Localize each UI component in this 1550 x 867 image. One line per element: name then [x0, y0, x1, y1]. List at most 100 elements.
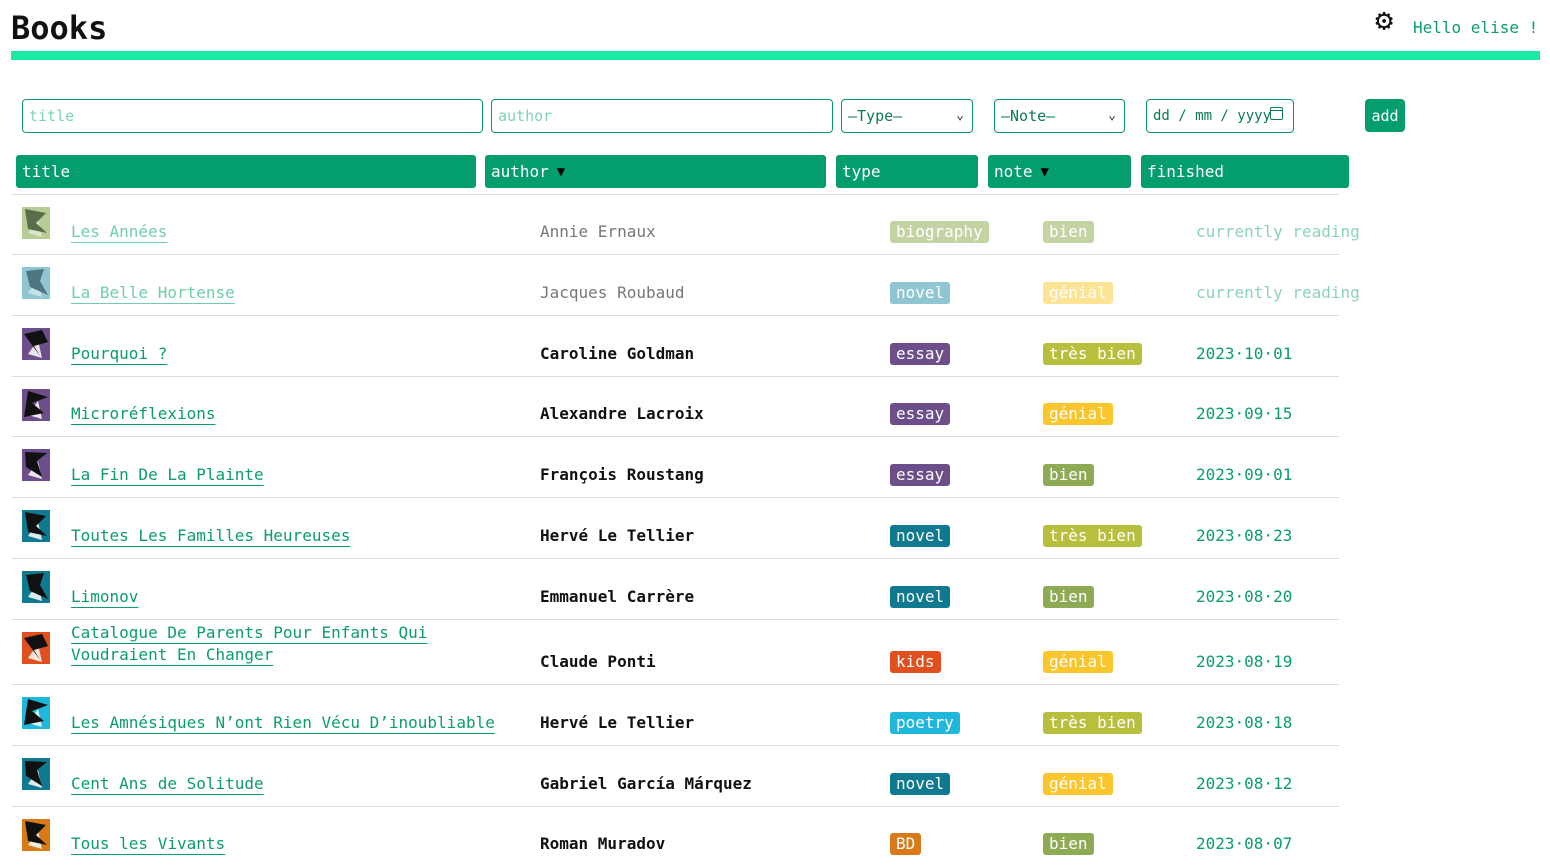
book-title-link[interactable]: Les Années: [71, 221, 167, 243]
finished-date: 2023·08·19: [1196, 652, 1293, 671]
type-badge: biography: [890, 221, 989, 243]
table-row: La Belle Hortense Jacques Roubaud novel gén…: [12, 254, 1360, 316]
book-author: Emmanuel Carrère: [540, 587, 695, 606]
user-greeting: Hello elise !: [1413, 18, 1539, 37]
column-header-note[interactable]: note ▼: [988, 155, 1131, 188]
column-header-finished[interactable]: finished: [1141, 155, 1349, 188]
book-title-link[interactable]: Catalogue De Parents Pour Enfants Qui: [71, 622, 427, 644]
finished-date: currently reading: [1196, 222, 1360, 241]
book-cover-thumbnail: [22, 758, 50, 790]
table-row: Toutes Les Familles Heureuses Hervé Le Te…: [12, 497, 1339, 559]
column-header-title[interactable]: title: [16, 155, 476, 188]
table-row: Les Années Annie Ernaux biography bien curre…: [12, 194, 1360, 255]
header: Books ⚙ Hello elise !: [0, 0, 1550, 62]
finished-date: 2023·08·23: [1196, 526, 1293, 545]
type-select[interactable]: —Type— ⌄: [841, 99, 973, 133]
book-author: François Roustang: [540, 465, 704, 484]
chevron-down-icon: ⌄: [956, 108, 964, 123]
finished-date: 2023·08·20: [1196, 587, 1293, 606]
finished-date: 2023·08·07: [1196, 834, 1293, 853]
book-title-link[interactable]: Limonov: [71, 586, 138, 608]
table-row: Catalogue De Parents Pour Enfants Qui Vou…: [12, 619, 1339, 685]
book-title-link[interactable]: Tous les Vivants: [71, 833, 225, 855]
table-row: Les Amnésiques N’ont Rien Vécu D’inoubli…: [12, 684, 1339, 746]
calendar-icon[interactable]: [1270, 107, 1283, 120]
book-author: Roman Muradov: [540, 834, 666, 853]
table-row: Limonov Emmanuel Carrère novel bien 2023·08·…: [12, 558, 1339, 620]
note-badge: génial: [1043, 282, 1113, 304]
note-badge: génial: [1043, 403, 1113, 425]
title-input[interactable]: title: [22, 99, 483, 133]
finished-date: currently reading: [1196, 283, 1360, 302]
book-cover-thumbnail: [22, 697, 50, 729]
type-badge: BD: [890, 833, 922, 855]
book-cover-thumbnail: [22, 267, 50, 299]
book-title-link[interactable]: Pourquoi ?: [71, 343, 167, 365]
type-badge: essay: [890, 343, 951, 365]
note-badge: très bien: [1043, 525, 1142, 547]
finished-date: 2023·08·18: [1196, 713, 1293, 732]
table-row: Tous les Vivants Roman Muradov BD bien 2023·…: [12, 806, 1339, 867]
note-badge: génial: [1043, 651, 1113, 673]
type-badge: novel: [890, 773, 951, 795]
column-header-note-label: note: [994, 162, 1033, 181]
book-title-link[interactable]: Microréflexions: [71, 403, 216, 425]
table-row: Microréflexions Alexandre Lacroix essay gén…: [12, 376, 1339, 437]
finished-date: 2023·10·01: [1196, 344, 1293, 363]
finished-date: 2023·08·12: [1196, 774, 1293, 793]
note-select-value: —Note—: [1001, 107, 1056, 125]
book-cover-thumbnail: [22, 632, 50, 664]
book-author: Hervé Le Tellier: [540, 713, 695, 732]
add-book-form: title author —Type— ⌄ —Note— ⌄ dd / mm /…: [0, 99, 1550, 133]
author-input[interactable]: author: [491, 99, 833, 133]
table-row: La Fin De La Plainte François Roustang ess…: [12, 436, 1339, 498]
note-badge: très bien: [1043, 712, 1142, 734]
column-header-type[interactable]: type: [836, 155, 978, 188]
sort-down-icon: ▼: [1040, 163, 1049, 180]
column-header-author[interactable]: author ▼: [485, 155, 826, 188]
date-input-placeholder: dd / mm / yyyy: [1153, 108, 1272, 124]
book-title-link[interactable]: Voudraient En Changer: [71, 644, 273, 666]
note-badge: bien: [1043, 464, 1094, 486]
type-badge: novel: [890, 586, 951, 608]
type-select-value: —Type—: [848, 107, 903, 125]
book-cover-thumbnail: [22, 819, 50, 851]
type-badge: novel: [890, 282, 951, 304]
book-cover-thumbnail: [22, 389, 50, 421]
type-badge: essay: [890, 464, 951, 486]
book-cover-thumbnail: [22, 571, 50, 603]
type-badge: novel: [890, 525, 951, 547]
book-title-link[interactable]: Cent Ans de Solitude: [71, 773, 264, 795]
book-title-link[interactable]: La Fin De La Plainte: [71, 464, 264, 486]
book-cover-thumbnail: [22, 207, 50, 239]
note-select[interactable]: —Note— ⌄: [994, 99, 1125, 133]
book-cover-thumbnail: [22, 449, 50, 481]
title-input-placeholder: title: [29, 107, 75, 125]
note-badge: bien: [1043, 833, 1094, 855]
book-author: Hervé Le Tellier: [540, 526, 695, 545]
chevron-down-icon: ⌄: [1108, 108, 1116, 123]
book-author: Claude Ponti: [540, 652, 656, 671]
finished-date-input[interactable]: dd / mm / yyyy: [1146, 99, 1294, 133]
type-badge: essay: [890, 403, 951, 425]
column-header-finished-label: finished: [1147, 162, 1225, 181]
column-header-title-label: title: [22, 162, 71, 181]
author-input-placeholder: author: [498, 107, 553, 125]
book-title-link[interactable]: Toutes Les Familles Heureuses: [71, 525, 350, 547]
book-cover-thumbnail: [22, 510, 50, 542]
note-badge: génial: [1043, 773, 1113, 795]
gear-icon[interactable]: ⚙: [1375, 6, 1393, 36]
book-cover-thumbnail: [22, 328, 50, 360]
book-title-link[interactable]: Les Amnésiques N’ont Rien Vécu D’inoubli…: [71, 712, 495, 734]
page-title: Books: [11, 8, 108, 55]
table-row: Pourquoi ? Caroline Goldman essay très bien…: [12, 315, 1339, 377]
type-badge: kids: [890, 651, 941, 673]
add-button[interactable]: add: [1365, 99, 1405, 132]
column-header-author-label: author: [491, 162, 549, 181]
book-title-link[interactable]: La Belle Hortense: [71, 282, 235, 304]
book-author: Jacques Roubaud: [540, 283, 685, 302]
finished-date: 2023·09·15: [1196, 404, 1293, 423]
finished-date: 2023·09·01: [1196, 465, 1293, 484]
header-accent-bar: [11, 51, 1540, 60]
sort-down-icon: ▼: [556, 163, 566, 180]
